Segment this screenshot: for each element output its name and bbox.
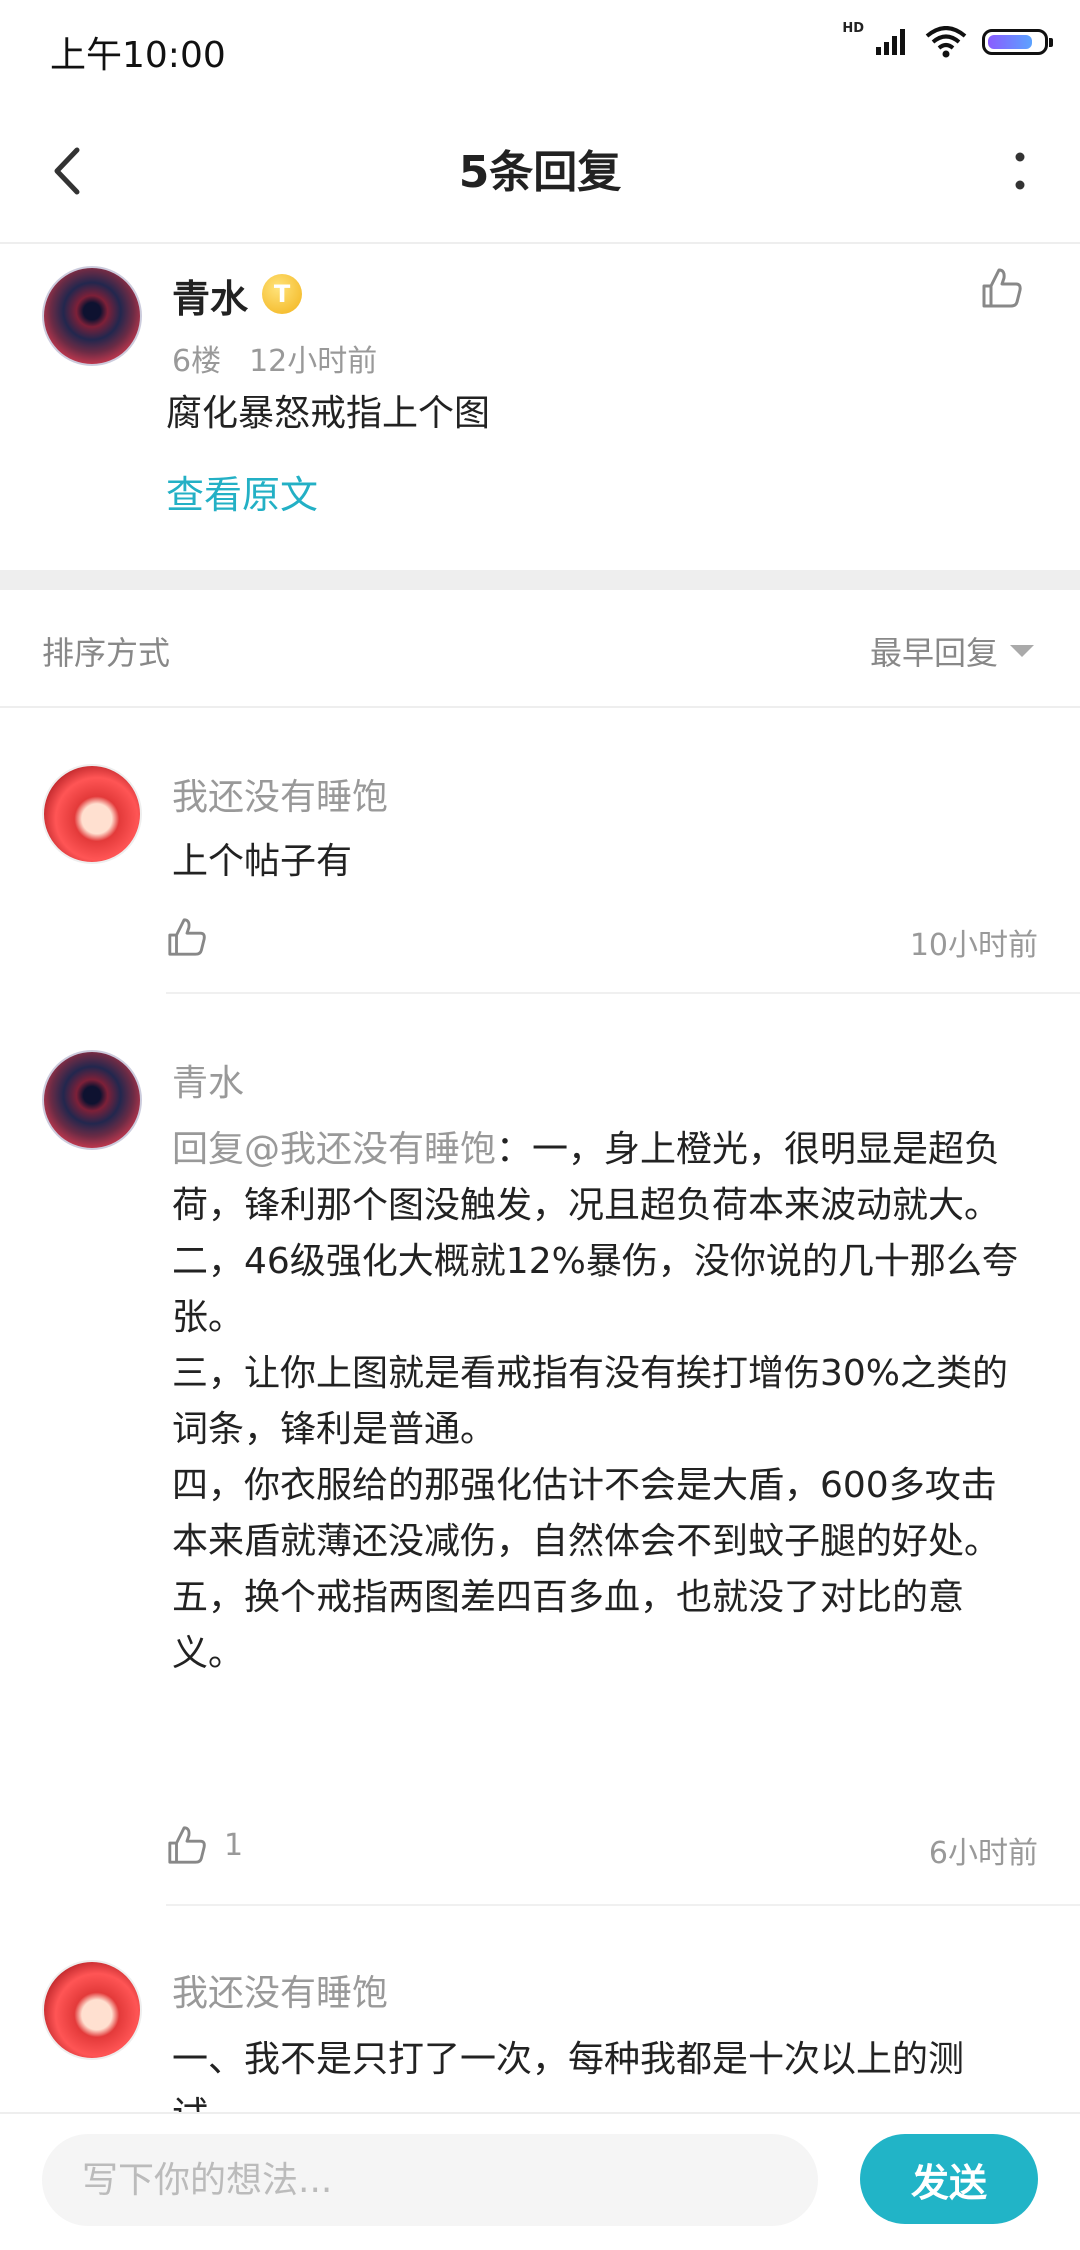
avatar[interactable] (42, 266, 142, 366)
level-badge-icon: T (262, 274, 302, 314)
main-post: 青水 T 6楼 12小时前 腐化暴怒戒指上个图 查看原文 (0, 244, 1080, 570)
reply-content: 一、我不是只打了一次，每种我都是十次以上的测试。 (172, 2039, 965, 2112)
like-button[interactable] (980, 266, 1040, 326)
send-button[interactable]: 发送 (860, 2134, 1038, 2224)
more-options-button[interactable] (990, 136, 1050, 206)
divider (166, 992, 1080, 994)
reply-author[interactable]: 我还没有睡饱 (172, 1964, 388, 2016)
reply-item: 青水 回复@我还没有睡饱：一，身上橙光，很明显是超负荷，锋利那个图没触发，况且超… (0, 1050, 1080, 1908)
sort-bar: 排序方式 最早回复 (0, 590, 1080, 708)
post-meta: 6楼 12小时前 (172, 336, 377, 380)
view-original-link[interactable]: 查看原文 (166, 464, 318, 519)
wifi-icon (925, 26, 967, 58)
caret-down-icon (1010, 645, 1034, 657)
sort-label: 排序方式 (42, 634, 171, 672)
comment-input[interactable] (42, 2134, 818, 2226)
thumbs-up-icon (982, 268, 1022, 308)
more-vertical-icon (1015, 152, 1025, 190)
reply-line: 回复@我还没有睡饱：一，身上橙光，很明显是超负荷，锋利那个图没触发，况且超负荷本… (172, 1122, 1032, 1234)
hd-label: HD (842, 20, 864, 36)
sort-value: 最早回复 (869, 634, 998, 672)
avatar[interactable] (42, 1960, 142, 2060)
reply-line: 五，换个戒指两图差四百多血，也就没了对比的意义。 (172, 1577, 965, 1674)
reply-content: 上个帖子有 (172, 841, 353, 882)
avatar[interactable] (42, 764, 142, 864)
divider (166, 1904, 1080, 1906)
reply-like-button[interactable] (166, 916, 224, 958)
like-count: 1 (224, 1827, 244, 1863)
thumbs-up-icon (168, 918, 206, 956)
battery-icon (982, 29, 1053, 55)
post-content: 腐化暴怒戒指上个图 (166, 393, 491, 434)
top-navigation-bar: 5条回复 (0, 96, 1080, 244)
page-title: 5条回复 (458, 147, 622, 198)
reply-line: 三，让你上图就是看戒指有没有挨打增伤30%之类的词条，锋利是普通。 (172, 1353, 1009, 1450)
reply-line: 二，46级强化大概就12%暴伤，没你说的几十那么夸张。 (172, 1241, 1018, 1338)
signal-icon (876, 29, 905, 55)
status-icons: HD (838, 22, 1053, 58)
reply-like-button[interactable]: 1 (166, 1824, 243, 1866)
mention-link[interactable]: 回复@我还没有睡饱 (172, 1129, 496, 1170)
reply-item: 我还没有睡饱 一、我不是只打了一次，每种我都是十次以上的测试。 (0, 1960, 1080, 2112)
reply-line: 四，你衣服给的那强化估计不会是大盾，600多攻击本来盾就薄还没减伤，自然体会不到… (172, 1465, 1001, 1562)
reply-item: 我还没有睡饱 上个帖子有 10小时前 (0, 764, 1080, 994)
avatar[interactable] (42, 1050, 142, 1150)
reply-author[interactable]: 青水 (172, 1054, 244, 1106)
status-bar: 上午10:00 HD (0, 0, 1080, 96)
reply-content: 回复@我还没有睡饱：一，身上橙光，很明显是超负荷，锋利那个图没触发，况且超负荷本… (172, 1122, 1032, 1682)
sort-dropdown[interactable]: 最早回复 (870, 628, 1034, 674)
section-separator (0, 570, 1080, 590)
reply-time: 6小时前 (928, 1836, 1038, 1871)
comment-composer: 发送 (0, 2112, 1080, 2250)
author-name[interactable]: 青水 (172, 268, 248, 323)
reply-author[interactable]: 我还没有睡饱 (172, 768, 388, 820)
thumbs-up-icon (168, 1826, 206, 1864)
floor-number: 6楼 (172, 344, 222, 379)
status-time: 上午10:00 (50, 35, 226, 76)
post-time: 12小时前 (249, 344, 378, 379)
reply-time: 10小时前 (909, 928, 1038, 963)
